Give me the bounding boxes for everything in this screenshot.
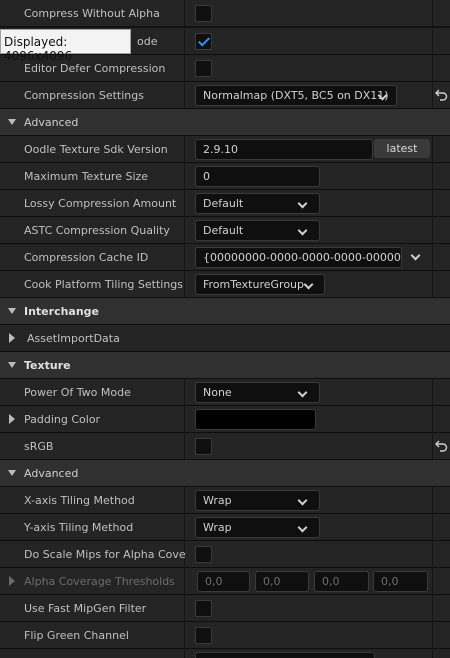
hidden-mode-label: ode [137, 35, 158, 48]
row-flip-green-channel: Flip Green Channel [0, 622, 450, 649]
row-lossy-compression-amount: Lossy Compression Amount Default [0, 190, 450, 217]
srgb-checkbox[interactable] [195, 438, 212, 455]
chevron-down-icon [297, 522, 308, 533]
srgb-label: sRGB [24, 440, 54, 453]
cook-platform-tiling-label: Cook Platform Tiling Settings [24, 278, 184, 291]
chevron-down-icon [297, 225, 308, 236]
cook-platform-tiling-dropdown[interactable]: FromTextureGroup [195, 274, 325, 295]
advanced-texture-section-label: Advanced [24, 467, 79, 480]
reset-to-default-icon[interactable] [435, 439, 448, 452]
power-of-two-mode-label: Power Of Two Mode [24, 386, 131, 399]
row-partial-next [0, 649, 450, 658]
editor-defer-compression-checkbox[interactable] [195, 60, 212, 77]
row-compress-without-alpha: Compress Without Alpha [0, 0, 450, 27]
texture-section-label: Texture [24, 359, 71, 372]
fast-mipgen-filter-label: Use Fast MipGen Filter [24, 602, 147, 615]
flip-green-channel-label: Flip Green Channel [24, 629, 129, 642]
cache-id-options-chevron-icon[interactable] [410, 250, 421, 261]
chevron-down-icon [297, 387, 308, 398]
row-scale-mips-alpha: Do Scale Mips for Alpha Cove... [0, 541, 450, 568]
section-interchange[interactable]: Interchange [0, 298, 450, 325]
lossy-compression-amount-label: Lossy Compression Amount [24, 197, 177, 210]
hidden-mode-checkbox[interactable] [195, 33, 212, 50]
astc-compression-quality-label: ASTC Compression Quality [24, 224, 170, 237]
collapsed-arrow-icon[interactable] [9, 414, 15, 424]
row-fast-mipgen-filter: Use Fast MipGen Filter [0, 595, 450, 622]
compression-settings-value: Normalmap (DXT5, BC5 on DX11) [203, 89, 389, 102]
compression-cache-id-input[interactable]: {00000000-0000-0000-0000-000000000000} [195, 247, 402, 268]
alpha-threshold-z-input[interactable]: 0,0 [314, 571, 369, 592]
asset-import-data-label: AssetImportData [27, 332, 120, 345]
chevron-down-icon [297, 495, 308, 506]
fast-mipgen-filter-checkbox[interactable] [195, 600, 212, 617]
row-compression-cache-id: Compression Cache ID {00000000-0000-0000… [0, 244, 450, 271]
collapsed-arrow-icon[interactable] [9, 576, 15, 586]
astc-compression-quality-dropdown[interactable]: Default [195, 220, 320, 241]
oodle-sdk-version-label: Oodle Texture Sdk Version [24, 143, 168, 156]
alpha-threshold-x-input[interactable]: 0,0 [197, 571, 250, 592]
row-oodle-sdk-version: Oodle Texture Sdk Version 2.9.10 latest [0, 136, 450, 163]
y-axis-tiling-dropdown[interactable]: Wrap [195, 517, 320, 538]
row-srgb: sRGB [0, 433, 450, 460]
tooltip-text: Displayed: 4096x4096 [4, 35, 73, 63]
partial-dropdown[interactable] [195, 652, 375, 658]
maximum-texture-size-input[interactable]: 0 [195, 166, 320, 187]
oodle-sdk-version-input[interactable]: 2.9.10 [195, 139, 373, 160]
expand-arrow-icon [8, 362, 16, 368]
row-cook-platform-tiling: Cook Platform Tiling Settings FromTextur… [0, 271, 450, 298]
alpha-coverage-thresholds-label: Alpha Coverage Thresholds [24, 575, 175, 588]
power-of-two-mode-dropdown[interactable]: None [195, 382, 320, 403]
interchange-section-label: Interchange [24, 305, 100, 318]
flip-green-channel-checkbox[interactable] [195, 627, 212, 644]
row-x-axis-tiling: X-axis Tiling Method Wrap [0, 487, 450, 514]
oodle-latest-button[interactable]: latest [374, 139, 430, 158]
compression-cache-id-label: Compression Cache ID [24, 251, 149, 264]
compress-without-alpha-checkbox[interactable] [195, 5, 212, 22]
chevron-down-icon [303, 279, 314, 290]
collapsed-arrow-icon[interactable] [9, 333, 15, 343]
scale-mips-alpha-label: Do Scale Mips for Alpha Cove... [24, 548, 197, 561]
editor-defer-compression-label: Editor Defer Compression [24, 62, 166, 75]
row-asset-import-data[interactable]: AssetImportData [0, 325, 450, 352]
advanced-section-label: Advanced [24, 116, 79, 129]
x-axis-tiling-dropdown[interactable]: Wrap [195, 490, 320, 511]
lossy-compression-amount-dropdown[interactable]: Default [195, 193, 320, 214]
y-axis-tiling-label: Y-axis Tiling Method [24, 521, 134, 534]
padding-color-swatch[interactable] [195, 409, 316, 430]
x-axis-tiling-label: X-axis Tiling Method [24, 494, 135, 507]
expand-arrow-icon [8, 119, 16, 125]
compression-settings-label: Compression Settings [24, 89, 144, 102]
maximum-texture-size-label: Maximum Texture Size [24, 170, 149, 183]
reset-to-default-icon[interactable] [435, 88, 448, 101]
compress-without-alpha-label: Compress Without Alpha [24, 7, 160, 20]
dimensions-tooltip: Displayed: 4096x4096 [0, 29, 131, 63]
row-padding-color: Padding Color [0, 406, 450, 433]
expand-arrow-icon [8, 470, 16, 476]
alpha-threshold-w-input[interactable]: 0,0 [373, 571, 428, 592]
chevron-down-icon [297, 198, 308, 209]
section-advanced-texture[interactable]: Advanced [0, 460, 450, 487]
row-alpha-coverage-thresholds: Alpha Coverage Thresholds 0,0 0,0 0,0 0,… [0, 568, 450, 595]
section-advanced[interactable]: Advanced [0, 109, 450, 136]
section-texture[interactable]: Texture [0, 352, 450, 379]
compression-settings-dropdown[interactable]: Normalmap (DXT5, BC5 on DX11) [195, 85, 397, 106]
row-power-of-two-mode: Power Of Two Mode None [0, 379, 450, 406]
padding-color-label: Padding Color [24, 413, 101, 426]
row-astc-compression-quality: ASTC Compression Quality Default [0, 217, 450, 244]
row-maximum-texture-size: Maximum Texture Size 0 [0, 163, 450, 190]
row-y-axis-tiling: Y-axis Tiling Method Wrap [0, 514, 450, 541]
expand-arrow-icon [8, 308, 16, 314]
scale-mips-alpha-checkbox[interactable] [195, 546, 212, 563]
row-compression-settings: Compression Settings Normalmap (DXT5, BC… [0, 82, 450, 109]
alpha-threshold-y-input[interactable]: 0,0 [255, 571, 309, 592]
